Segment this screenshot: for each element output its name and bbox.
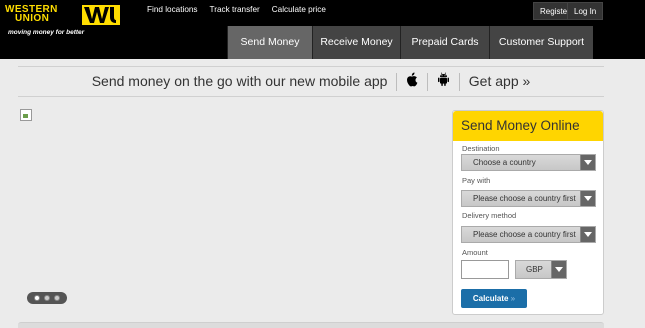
slider-dot[interactable]: [54, 295, 60, 301]
calculate-button[interactable]: Calculate »: [461, 289, 527, 308]
login-button[interactable]: Log In: [567, 2, 604, 20]
destination-label: Destination: [462, 144, 500, 153]
western-union-logo[interactable]: WESTERN UNION moving money for better: [4, 4, 122, 40]
site-header: WESTERN UNION moving money for better Fi…: [0, 0, 645, 59]
tab-receive-money[interactable]: Receive Money: [312, 26, 400, 59]
android-icon[interactable]: [437, 68, 450, 96]
tab-prepaid-cards[interactable]: Prepaid Cards: [400, 26, 489, 59]
broken-image-icon: [20, 109, 32, 121]
mobile-app-promo: Send money on the go with our new mobile…: [18, 67, 604, 96]
divider: [458, 73, 460, 92]
pay-with-label: Pay with: [462, 176, 491, 185]
destination-value: Choose a country: [473, 158, 536, 167]
calculate-label: Calculate: [472, 294, 509, 303]
divider: [427, 73, 429, 92]
content-strip: [18, 322, 604, 328]
delivery-method-label: Delivery method: [462, 211, 517, 220]
calculate-arrow: »: [510, 294, 516, 303]
link-calculate-price[interactable]: Calculate price: [272, 5, 326, 14]
slider-pagination: [27, 292, 67, 304]
amount-label: Amount: [462, 248, 488, 257]
top-links: Find locations Track transfer Calculate …: [147, 5, 338, 14]
slider-dot[interactable]: [34, 295, 40, 301]
chevron-down-icon: [580, 191, 595, 206]
link-track-transfer[interactable]: Track transfer: [210, 5, 260, 14]
chevron-down-icon: [580, 155, 595, 170]
amount-input[interactable]: [461, 260, 509, 279]
delivery-method-select[interactable]: Please choose a country first: [461, 226, 596, 243]
slider-dot[interactable]: [44, 295, 50, 301]
widget-title: Send Money Online: [453, 111, 603, 141]
apple-icon[interactable]: [406, 68, 418, 96]
main-nav: Send Money Receive Money Prepaid Cards C…: [227, 26, 593, 59]
chevron-down-icon: [551, 261, 566, 278]
tab-send-money[interactable]: Send Money: [227, 26, 312, 59]
chevron-down-icon: [580, 227, 595, 242]
tab-customer-support[interactable]: Customer Support: [489, 26, 593, 59]
get-app-link[interactable]: Get app »: [469, 73, 531, 89]
promo-text: Send money on the go with our new mobile…: [91, 73, 388, 89]
currency-value: GBP: [526, 265, 543, 274]
currency-select[interactable]: GBP: [515, 260, 567, 279]
link-find-locations[interactable]: Find locations: [147, 5, 198, 14]
logo-wordmark: WESTERN UNION: [5, 4, 58, 24]
promo-divider-bottom: [18, 96, 604, 97]
delivery-method-value: Please choose a country first: [473, 230, 576, 239]
pay-with-value: Please choose a country first: [473, 194, 576, 203]
pay-with-select[interactable]: Please choose a country first: [461, 190, 596, 207]
wu-mark-icon: [82, 5, 120, 25]
send-money-widget: Send Money Online Destination Choose a c…: [452, 110, 604, 315]
tagline: moving money for better: [8, 29, 85, 36]
destination-select[interactable]: Choose a country: [461, 154, 596, 171]
divider: [396, 73, 398, 92]
